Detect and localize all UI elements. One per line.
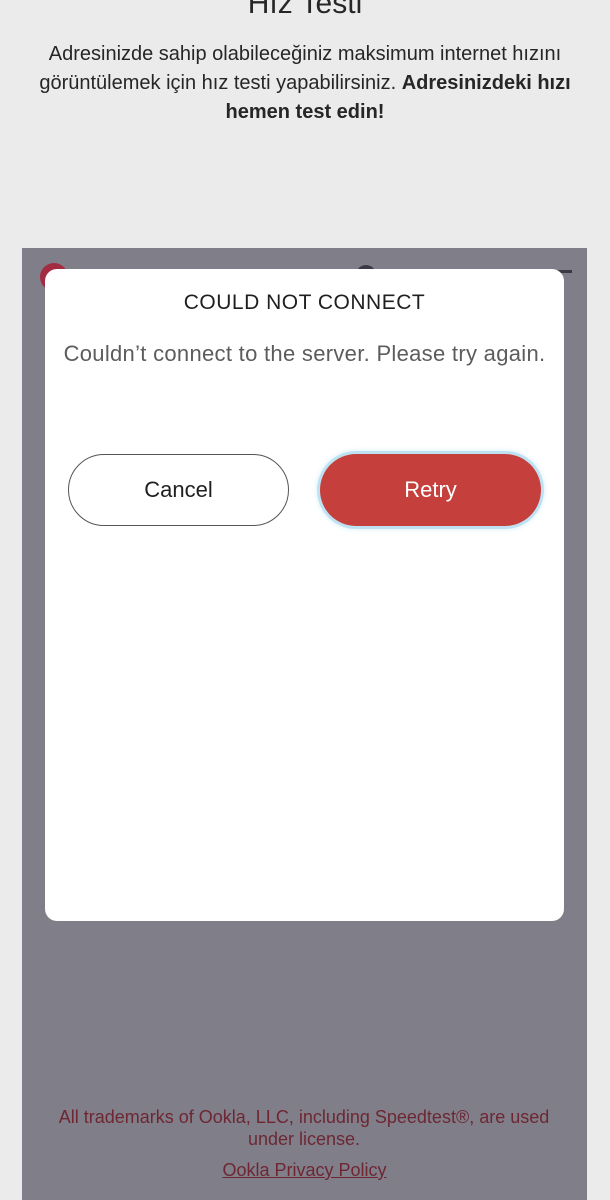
retry-button[interactable]: Retry [320, 454, 541, 526]
page-title: Hız Testi [247, 0, 363, 20]
dialog-message: Couldn’t connect to the server. Please t… [63, 341, 546, 366]
page-header: Hız Testi Adresinizde sahip olabileceğin… [0, 0, 610, 248]
error-dialog: COULD NOT CONNECT Couldn’t connect to th… [45, 269, 564, 921]
trademark-notice: All trademarks of Ookla, LLC, including … [58, 1107, 550, 1149]
dialog-title: COULD NOT CONNECT [183, 291, 426, 314]
privacy-policy-link[interactable]: Ookla Privacy Policy [22, 1159, 587, 1181]
cancel-button[interactable]: Cancel [68, 454, 289, 526]
intro-paragraph: Adresinizde sahip olabileceğiniz maksimu… [30, 40, 580, 127]
